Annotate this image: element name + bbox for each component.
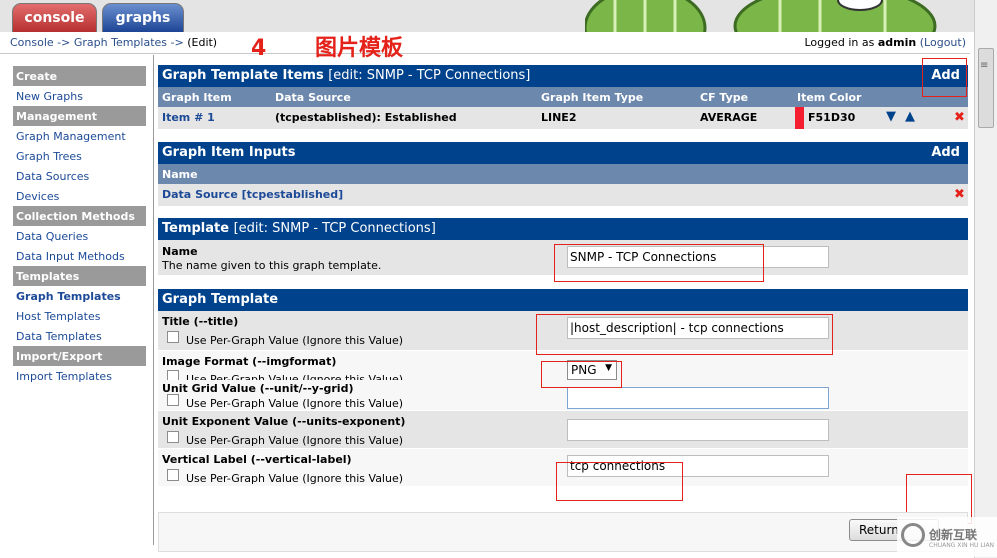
graph-inputs-column-headers: Name (158, 164, 968, 184)
breadcrumb-console[interactable]: Console (10, 36, 54, 49)
watermark-logo-icon (901, 523, 925, 547)
field-unit-exponent-row: Unit Exponent Value (--units-exponent) U… (158, 411, 968, 449)
tab-console[interactable]: console (12, 3, 97, 32)
template-name-label: Name (162, 245, 198, 258)
annotation-step-number: 4 (251, 36, 267, 61)
graph-item-color: F51D30 (808, 111, 856, 124)
per-graph-checkbox[interactable] (167, 469, 179, 481)
field-imgformat-label: Image Format (--imgformat) (162, 355, 337, 368)
graph-item-type: LINE2 (541, 111, 577, 124)
graph-template-title: Graph Template (162, 292, 279, 307)
per-graph-label: Use Per-Graph Value (Ignore this Value) (186, 334, 404, 347)
graph-item-link[interactable]: Item # 1 (162, 111, 215, 124)
sidebar-item-graph-trees[interactable]: Graph Trees (16, 146, 153, 166)
col-item-color: Item Color (797, 91, 862, 104)
unit-exponent-input[interactable] (567, 419, 829, 441)
breadcrumb-separator: -> (170, 36, 184, 49)
sidebar-section-create: Create (13, 66, 146, 86)
item-color-swatch (795, 107, 804, 129)
col-graph-item-type: Graph Item Type (541, 91, 644, 104)
sidebar-item-graph-templates[interactable]: Graph Templates (16, 286, 153, 306)
template-name-desc: The name given to this graph template. (162, 259, 382, 272)
per-graph-checkbox[interactable] (167, 394, 179, 406)
template-header: Template [edit: SNMP - TCP Connections] (158, 218, 968, 240)
graph-item-cf: AVERAGE (700, 111, 758, 124)
table-row: Data Source [tcpestablished] ✖ (158, 184, 968, 206)
watermark-subtext: CHUANG XIN HU LIAN (929, 542, 995, 549)
annotation-box-add (922, 58, 967, 97)
graph-item-source: (tcpestablished): Established (275, 111, 457, 124)
sidebar-item-devices[interactable]: Devices (16, 186, 153, 206)
col-name: Name (162, 168, 198, 181)
delete-icon[interactable]: ✖ (954, 110, 965, 125)
graph-items-header: Graph Template Items [edit: SNMP - TCP C… (158, 65, 968, 87)
field-title-label: Title (--title) (162, 315, 239, 328)
annotation-box-name (554, 244, 764, 282)
watermark-text: 创新互联 (929, 528, 978, 542)
sidebar-section-management: Management (13, 106, 146, 126)
per-graph-label: Use Per-Graph Value (Ignore this Value) (186, 472, 404, 485)
graph-input-link[interactable]: Data Source [tcpestablished] (162, 188, 343, 201)
login-status: Logged in as admin (Logout) (805, 36, 967, 49)
top-banner: console graphs (0, 0, 978, 32)
col-data-source: Data Source (275, 91, 351, 104)
table-row: Item # 1 (tcpestablished): Established L… (158, 107, 968, 129)
delete-icon[interactable]: ✖ (954, 187, 965, 202)
per-graph-checkbox[interactable] (167, 331, 179, 343)
watermark: 创新互联 CHUANG XIN HU LIAN (897, 517, 997, 557)
field-unit-grid-label: Unit Grid Value (--unit/--y-grid) (162, 382, 354, 395)
sidebar-item-new-graphs[interactable]: New Graphs (16, 86, 153, 106)
per-graph-label: Use Per-Graph Value (Ignore this Value) (186, 397, 404, 410)
graph-template-header: Graph Template (158, 289, 968, 311)
sidebar-section-collection-methods: Collection Methods (13, 206, 146, 226)
sidebar-section-templates: Templates (13, 266, 146, 286)
sidebar-item-data-sources[interactable]: Data Sources (16, 166, 153, 186)
graph-items-title: Graph Template Items (162, 68, 324, 83)
graph-inputs-title: Graph Item Inputs (162, 145, 296, 160)
graph-items-column-headers: Graph Item Data Source Graph Item Type C… (158, 87, 968, 107)
tab-graphs[interactable]: graphs (102, 3, 184, 32)
template-subtitle: [edit: SNMP - TCP Connections] (233, 221, 436, 236)
move-down-icon[interactable]: ▼ (886, 109, 896, 124)
move-up-icon[interactable]: ▲ (905, 109, 915, 124)
graph-inputs-add-link[interactable]: Add (931, 145, 960, 160)
sidebar-item-graph-management[interactable]: Graph Management (16, 126, 153, 146)
login-user: admin (877, 36, 917, 49)
breadcrumb-bar: Console -> Graph Templates -> (Edit) Log… (0, 32, 970, 54)
annotation-title: 图片模板 (315, 36, 404, 61)
sidebar-item-host-templates[interactable]: Host Templates (16, 306, 153, 326)
sidebar-item-data-queries[interactable]: Data Queries (16, 226, 153, 246)
breadcrumb-graph-templates[interactable]: Graph Templates (74, 36, 167, 49)
cactus-banner-image (585, 0, 937, 32)
template-title: Template (162, 221, 230, 236)
graph-items-subtitle: [edit: SNMP - TCP Connections] (328, 68, 531, 83)
sidebar-item-data-input-methods[interactable]: Data Input Methods (16, 246, 153, 266)
login-prefix: Logged in as (804, 36, 875, 49)
unit-grid-input[interactable] (567, 387, 829, 409)
breadcrumb-edit: (Edit) (187, 36, 218, 49)
per-graph-label: Use Per-Graph Value (Ignore this Value) (186, 434, 404, 447)
annotation-box-vertical-label (556, 462, 683, 501)
breadcrumb: Console -> Graph Templates -> (Edit) (10, 36, 217, 49)
scrollbar[interactable]: ≡ (974, 0, 997, 558)
form-footer: Return (158, 512, 968, 552)
col-cf-type: CF Type (700, 91, 749, 104)
annotation-box-title (536, 314, 833, 355)
grip-icon: ≡ (980, 60, 989, 71)
logout-link[interactable]: (Logout) (920, 36, 966, 49)
annotation-box-imgformat (541, 361, 622, 388)
breadcrumb-separator: -> (57, 36, 71, 49)
sidebar-section-import-export: Import/Export (13, 346, 146, 366)
per-graph-checkbox[interactable] (167, 431, 179, 443)
field-unit-exponent-label: Unit Exponent Value (--units-exponent) (162, 415, 406, 428)
graph-inputs-header: Graph Item Inputs Add (158, 142, 968, 164)
col-graph-item: Graph Item (162, 91, 232, 104)
sidebar-item-data-templates[interactable]: Data Templates (16, 326, 153, 346)
field-vertical-label-label: Vertical Label (--vertical-label) (162, 453, 352, 466)
sidebar-blank-area (0, 390, 35, 548)
sidebar-item-import-templates[interactable]: Import Templates (16, 366, 153, 386)
sidebar-menu: Create New Graphs Management Graph Manag… (0, 55, 153, 386)
